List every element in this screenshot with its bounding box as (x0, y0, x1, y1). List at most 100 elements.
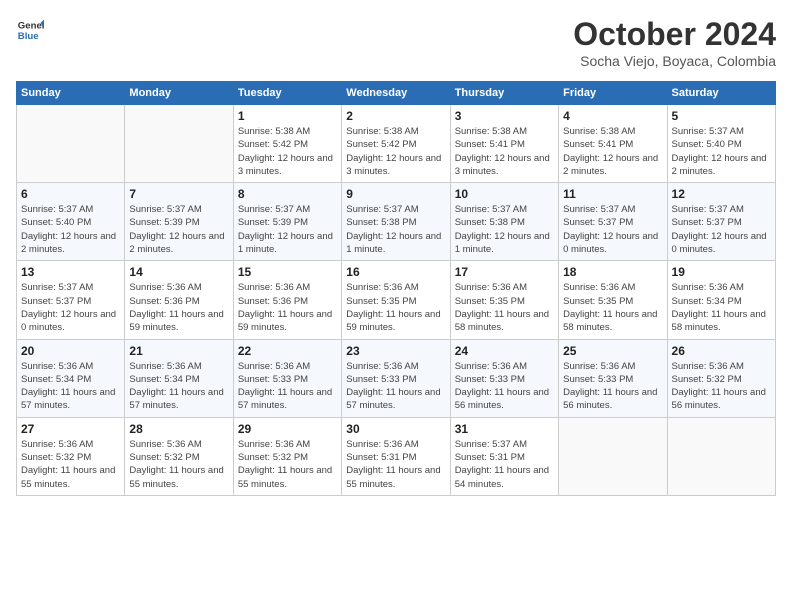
logo: General Blue (16, 16, 44, 44)
day-number: 28 (129, 422, 228, 436)
calendar-cell: 27Sunrise: 5:36 AM Sunset: 5:32 PM Dayli… (17, 417, 125, 495)
calendar-cell: 15 Sunrise: 5:36 AM Sunset: 5:36 PM Dayli… (233, 261, 341, 339)
calendar-cell: 22Sunrise: 5:36 AM Sunset: 5:33 PM Dayli… (233, 339, 341, 417)
month-title: October 2024 (573, 16, 776, 53)
calendar-cell: 14 Sunrise: 5:36 AM Sunset: 5:36 PM Dayli… (125, 261, 233, 339)
svg-text:Blue: Blue (18, 31, 39, 42)
calendar-week-row: 1 Sunrise: 5:38 AM Sunset: 5:42 PM Daylig… (17, 105, 776, 183)
day-number: 30 (346, 422, 445, 436)
weekday-header: Friday (559, 82, 667, 105)
day-info: Sunrise: 5:36 AM Sunset: 5:35 PM Dayligh… (455, 281, 554, 334)
svg-text:General: General (18, 20, 44, 31)
location: Socha Viejo, Boyaca, Colombia (573, 53, 776, 69)
day-number: 24 (455, 344, 554, 358)
calendar-cell: 1 Sunrise: 5:38 AM Sunset: 5:42 PM Daylig… (233, 105, 341, 183)
calendar-week-row: 20Sunrise: 5:36 AM Sunset: 5:34 PM Dayli… (17, 339, 776, 417)
day-info: Sunrise: 5:37 AM Sunset: 5:38 PM Dayligh… (346, 203, 445, 256)
day-number: 1 (238, 109, 337, 123)
day-number: 23 (346, 344, 445, 358)
day-info: Sunrise: 5:36 AM Sunset: 5:33 PM Dayligh… (455, 360, 554, 413)
day-info: Sunrise: 5:36 AM Sunset: 5:35 PM Dayligh… (346, 281, 445, 334)
page-header: General Blue October 2024 Socha Viejo, B… (16, 16, 776, 69)
weekday-header: Tuesday (233, 82, 341, 105)
day-number: 10 (455, 187, 554, 201)
day-number: 18 (563, 265, 662, 279)
calendar-cell: 29 Sunrise: 5:36 AM Sunset: 5:32 PM Dayli… (233, 417, 341, 495)
calendar-cell: 9 Sunrise: 5:37 AM Sunset: 5:38 PM Daylig… (342, 183, 450, 261)
calendar-cell: 26Sunrise: 5:36 AM Sunset: 5:32 PM Dayli… (667, 339, 775, 417)
day-number: 5 (672, 109, 771, 123)
day-number: 7 (129, 187, 228, 201)
calendar-cell: 4 Sunrise: 5:38 AM Sunset: 5:41 PM Daylig… (559, 105, 667, 183)
day-info: Sunrise: 5:36 AM Sunset: 5:36 PM Dayligh… (238, 281, 337, 334)
logo-icon: General Blue (16, 16, 44, 44)
calendar-cell: 6 Sunrise: 5:37 AM Sunset: 5:40 PM Daylig… (17, 183, 125, 261)
day-number: 4 (563, 109, 662, 123)
calendar-cell: 28 Sunrise: 5:36 AM Sunset: 5:32 PM Dayli… (125, 417, 233, 495)
calendar-cell: 3 Sunrise: 5:38 AM Sunset: 5:41 PM Daylig… (450, 105, 558, 183)
calendar-table: SundayMondayTuesdayWednesdayThursdayFrid… (16, 81, 776, 496)
calendar-cell: 8Sunrise: 5:37 AM Sunset: 5:39 PM Daylig… (233, 183, 341, 261)
day-number: 25 (563, 344, 662, 358)
calendar-cell: 20Sunrise: 5:36 AM Sunset: 5:34 PM Dayli… (17, 339, 125, 417)
calendar-cell: 25 Sunrise: 5:36 AM Sunset: 5:33 PM Dayli… (559, 339, 667, 417)
day-number: 19 (672, 265, 771, 279)
day-number: 11 (563, 187, 662, 201)
day-number: 14 (129, 265, 228, 279)
calendar-cell (667, 417, 775, 495)
day-number: 15 (238, 265, 337, 279)
calendar-cell (125, 105, 233, 183)
day-number: 31 (455, 422, 554, 436)
weekday-header: Thursday (450, 82, 558, 105)
weekday-header-row: SundayMondayTuesdayWednesdayThursdayFrid… (17, 82, 776, 105)
day-info: Sunrise: 5:37 AM Sunset: 5:39 PM Dayligh… (238, 203, 337, 256)
day-info: Sunrise: 5:36 AM Sunset: 5:33 PM Dayligh… (563, 360, 662, 413)
weekday-header: Sunday (17, 82, 125, 105)
day-number: 13 (21, 265, 120, 279)
day-number: 3 (455, 109, 554, 123)
day-number: 2 (346, 109, 445, 123)
title-block: October 2024 Socha Viejo, Boyaca, Colomb… (573, 16, 776, 69)
day-info: Sunrise: 5:38 AM Sunset: 5:42 PM Dayligh… (238, 125, 337, 178)
calendar-cell: 5 Sunrise: 5:37 AM Sunset: 5:40 PM Daylig… (667, 105, 775, 183)
day-info: Sunrise: 5:36 AM Sunset: 5:34 PM Dayligh… (21, 360, 120, 413)
calendar-cell: 12Sunrise: 5:37 AM Sunset: 5:37 PM Dayli… (667, 183, 775, 261)
calendar-cell: 31 Sunrise: 5:37 AM Sunset: 5:31 PM Dayli… (450, 417, 558, 495)
day-number: 12 (672, 187, 771, 201)
day-info: Sunrise: 5:36 AM Sunset: 5:32 PM Dayligh… (672, 360, 771, 413)
day-number: 6 (21, 187, 120, 201)
day-info: Sunrise: 5:37 AM Sunset: 5:37 PM Dayligh… (563, 203, 662, 256)
calendar-cell: 19Sunrise: 5:36 AM Sunset: 5:34 PM Dayli… (667, 261, 775, 339)
day-info: Sunrise: 5:38 AM Sunset: 5:41 PM Dayligh… (455, 125, 554, 178)
day-info: Sunrise: 5:37 AM Sunset: 5:40 PM Dayligh… (21, 203, 120, 256)
day-number: 29 (238, 422, 337, 436)
day-info: Sunrise: 5:36 AM Sunset: 5:33 PM Dayligh… (346, 360, 445, 413)
calendar-cell (559, 417, 667, 495)
day-info: Sunrise: 5:36 AM Sunset: 5:31 PM Dayligh… (346, 438, 445, 491)
day-info: Sunrise: 5:36 AM Sunset: 5:36 PM Dayligh… (129, 281, 228, 334)
day-number: 22 (238, 344, 337, 358)
day-info: Sunrise: 5:36 AM Sunset: 5:35 PM Dayligh… (563, 281, 662, 334)
day-info: Sunrise: 5:37 AM Sunset: 5:37 PM Dayligh… (21, 281, 120, 334)
calendar-cell: 10Sunrise: 5:37 AM Sunset: 5:38 PM Dayli… (450, 183, 558, 261)
calendar-week-row: 13 Sunrise: 5:37 AM Sunset: 5:37 PM Dayli… (17, 261, 776, 339)
day-number: 9 (346, 187, 445, 201)
weekday-header: Monday (125, 82, 233, 105)
day-info: Sunrise: 5:37 AM Sunset: 5:40 PM Dayligh… (672, 125, 771, 178)
calendar-cell: 30 Sunrise: 5:36 AM Sunset: 5:31 PM Dayli… (342, 417, 450, 495)
calendar-cell (17, 105, 125, 183)
calendar-cell: 7 Sunrise: 5:37 AM Sunset: 5:39 PM Daylig… (125, 183, 233, 261)
calendar-cell: 17 Sunrise: 5:36 AM Sunset: 5:35 PM Dayli… (450, 261, 558, 339)
day-info: Sunrise: 5:37 AM Sunset: 5:31 PM Dayligh… (455, 438, 554, 491)
day-info: Sunrise: 5:38 AM Sunset: 5:41 PM Dayligh… (563, 125, 662, 178)
weekday-header: Saturday (667, 82, 775, 105)
calendar-cell: 18 Sunrise: 5:36 AM Sunset: 5:35 PM Dayli… (559, 261, 667, 339)
calendar-week-row: 27Sunrise: 5:36 AM Sunset: 5:32 PM Dayli… (17, 417, 776, 495)
day-info: Sunrise: 5:36 AM Sunset: 5:32 PM Dayligh… (238, 438, 337, 491)
day-info: Sunrise: 5:36 AM Sunset: 5:32 PM Dayligh… (129, 438, 228, 491)
day-number: 21 (129, 344, 228, 358)
calendar-week-row: 6 Sunrise: 5:37 AM Sunset: 5:40 PM Daylig… (17, 183, 776, 261)
day-info: Sunrise: 5:37 AM Sunset: 5:39 PM Dayligh… (129, 203, 228, 256)
calendar-cell: 13 Sunrise: 5:37 AM Sunset: 5:37 PM Dayli… (17, 261, 125, 339)
day-number: 17 (455, 265, 554, 279)
